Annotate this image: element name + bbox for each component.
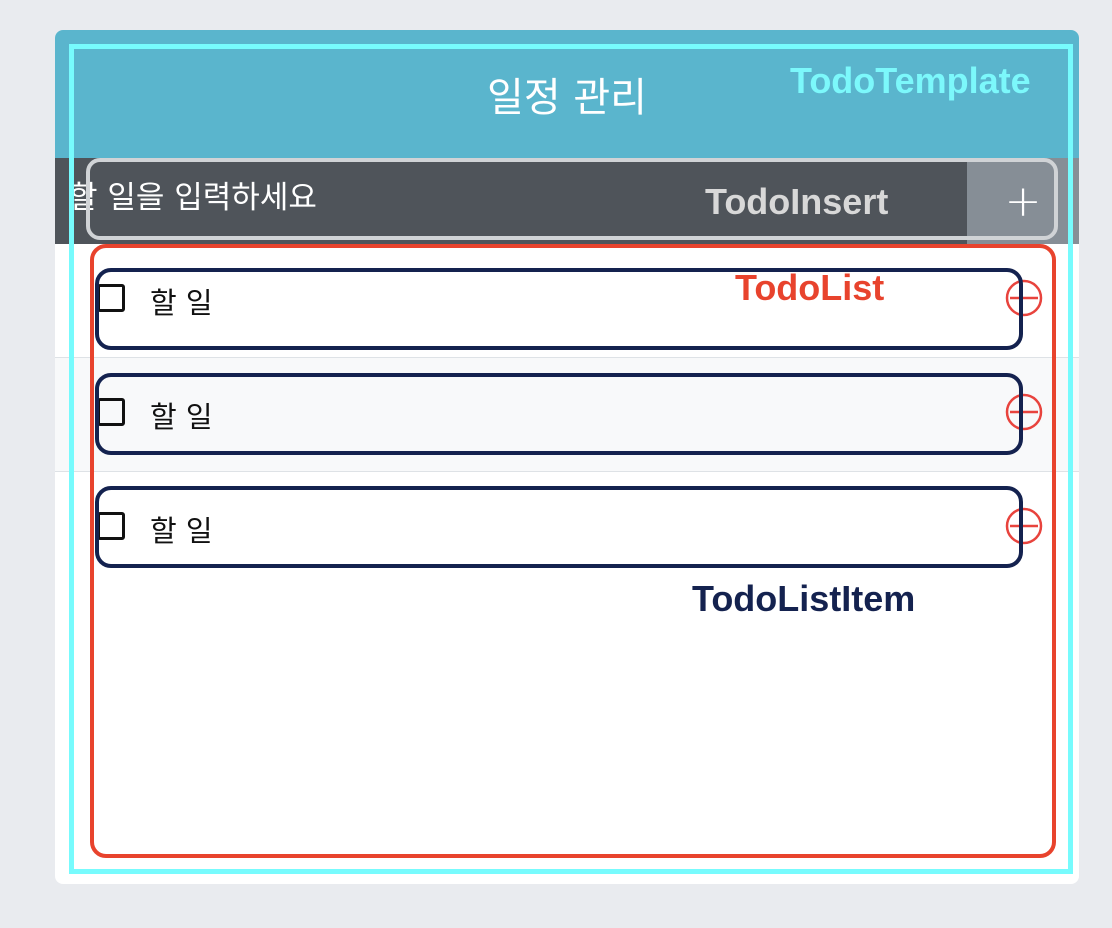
todo-list-item-label: TodoListItem <box>692 578 916 619</box>
todo-insert-frame <box>86 158 1058 240</box>
todo-template-label: TodoTemplate <box>790 60 1031 101</box>
todo-list-label: TodoList <box>735 267 885 308</box>
todo-insert-label: TodoInsert <box>705 181 889 222</box>
todo-list-item-frame <box>95 486 1023 568</box>
todo-list-item-frame <box>95 373 1023 455</box>
